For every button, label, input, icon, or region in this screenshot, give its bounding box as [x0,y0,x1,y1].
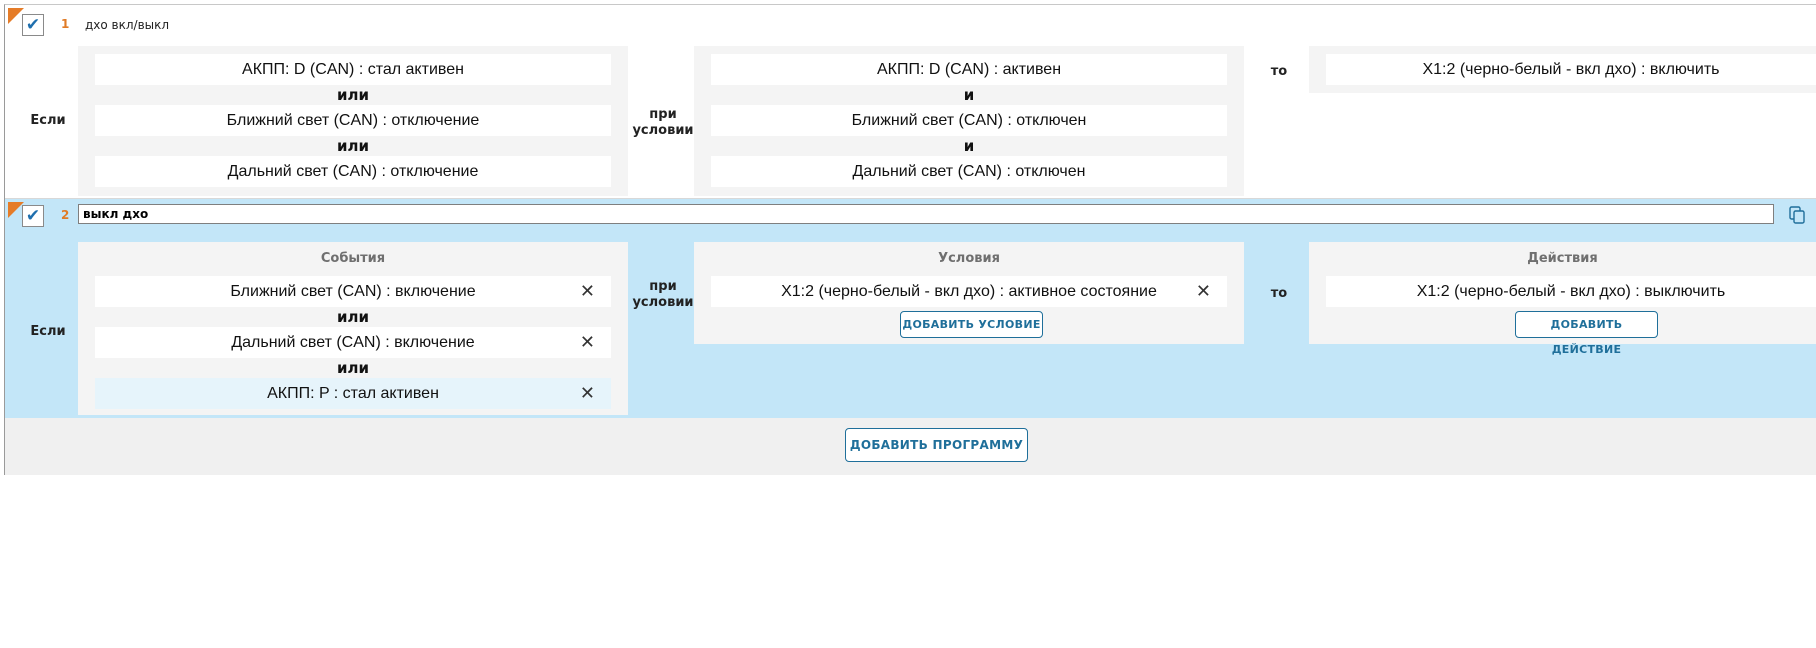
add-action-button[interactable]: ДОБАВИТЬ ДЕЙСТВИЕ [1515,311,1658,356]
condition-item[interactable]: Дальний свет (CAN) : отключен [711,156,1227,187]
conjunction-and: и [963,86,975,104]
program-2[interactable]: ✔ 2 Если События Ближний свет (CAN) : вк… [5,199,1816,418]
if-label: Если [30,324,66,339]
conditions-panel: Условия X1:2 (черно-белый - вкл дхо) : а… [694,242,1244,344]
add-program-button[interactable]: ДОБАВИТЬ ПРОГРАММУ [845,428,1028,462]
actions-title: Действия [1527,251,1598,266]
conjunction-or: или [336,86,369,104]
enable-checkbox[interactable]: ✔ [22,14,44,36]
condition-item[interactable]: АКПП: D (CAN) : активен [711,54,1227,85]
remove-icon[interactable]: ✕ [580,276,595,307]
conditions-panel: АКПП: D (CAN) : активен и Ближний свет (… [694,46,1244,196]
remove-icon[interactable]: ✕ [1196,276,1211,307]
remove-icon[interactable]: ✕ [580,378,595,409]
program-name[interactable]: дхо вкл/выкл [85,18,169,32]
condition-text: X1:2 (черно-белый - вкл дхо) : активное … [781,283,1157,300]
conjunction-or: или [336,308,369,326]
events-panel: События Ближний свет (CAN) : включение ✕… [78,242,628,415]
action-item[interactable]: X1:2 (черно-белый - вкл дхо) : включить [1326,54,1816,85]
program-name-input[interactable] [78,204,1774,224]
copy-icon[interactable] [1789,206,1805,224]
conjunction-and: и [963,137,975,155]
then-label: то [1270,286,1288,301]
event-item[interactable]: АКПП: D (CAN) : стал активен [95,54,611,85]
events-title: События [320,251,386,266]
program-number: 2 [61,208,70,222]
condition-item[interactable]: Ближний свет (CAN) : отключен [711,105,1227,136]
event-item[interactable]: Ближний свет (CAN) : включение ✕ [95,276,611,307]
condition-label: при условии [632,107,694,138]
event-text: Ближний свет (CAN) : включение [230,283,476,300]
add-condition-button[interactable]: ДОБАВИТЬ УСЛОВИЕ [900,311,1043,338]
condition-item[interactable]: X1:2 (черно-белый - вкл дхо) : активное … [711,276,1227,307]
enable-checkbox[interactable]: ✔ [22,205,44,227]
conjunction-or: или [336,359,369,377]
event-text: АКПП: P : стал активен [267,385,439,402]
action-text: X1:2 (черно-белый - вкл дхо) : выключить [1416,283,1726,300]
remove-icon[interactable]: ✕ [580,327,595,358]
event-item[interactable]: Дальний свет (CAN) : включение ✕ [95,327,611,358]
event-item[interactable]: АКПП: P : стал активен ✕ [95,378,611,409]
conditions-title: Условия [938,251,1000,266]
conjunction-or: или [336,137,369,155]
programs-page: ✔ 1 дхо вкл/выкл Если АКПП: D (CAN) : ст… [0,0,1816,648]
then-label: то [1270,64,1288,79]
event-item[interactable]: Ближний свет (CAN) : отключение [95,105,611,136]
actions-panel: X1:2 (черно-белый - вкл дхо) : включить [1309,46,1816,93]
event-text: Дальний свет (CAN) : включение [231,334,475,351]
event-item[interactable]: Дальний свет (CAN) : отключение [95,156,611,187]
program-1[interactable]: ✔ 1 дхо вкл/выкл Если АКПП: D (CAN) : ст… [5,5,1816,199]
events-panel: АКПП: D (CAN) : стал активен или Ближний… [78,46,628,196]
action-item[interactable]: X1:2 (черно-белый - вкл дхо) : выключить [1326,276,1816,307]
program-number: 1 [61,17,70,31]
if-label: Если [30,113,66,128]
actions-panel: Действия X1:2 (черно-белый - вкл дхо) : … [1309,242,1816,356]
condition-label: при условии [632,279,694,310]
